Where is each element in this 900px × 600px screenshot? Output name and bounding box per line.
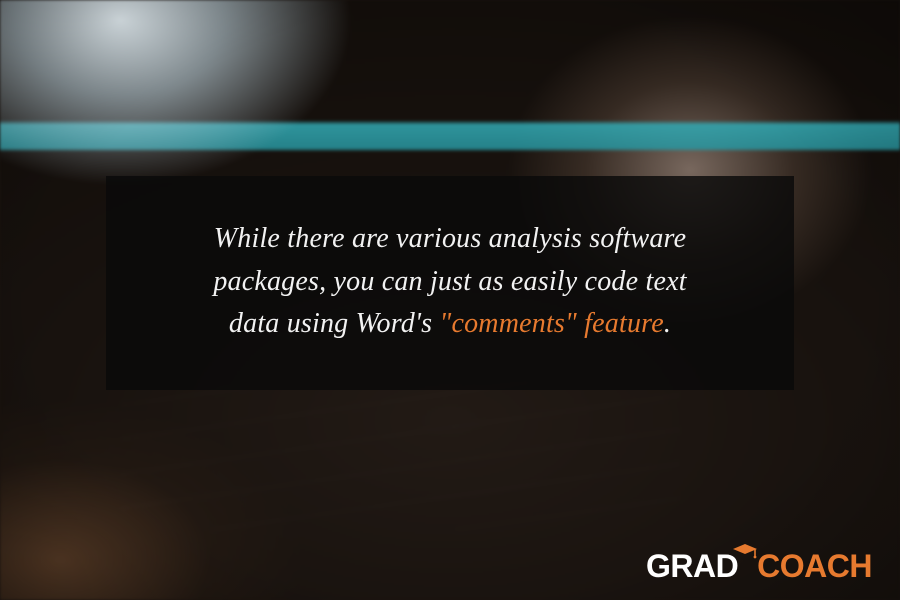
quote-overlay: While there are various analysis softwar… — [106, 176, 794, 390]
mortarboard-icon — [732, 543, 758, 559]
brand-word-2: COACH — [757, 550, 872, 582]
quote-line-3-suffix: . — [664, 308, 671, 339]
brand-word-1: GRAD — [646, 550, 738, 582]
quote-line-3: data using Word's "comments" feature. — [152, 303, 748, 346]
quote-line-3-prefix: data using Word's — [229, 308, 440, 339]
quote-highlight: "comments" feature — [439, 308, 663, 339]
brand-logo: GRAD COACH — [646, 550, 872, 582]
quote-line-1: While there are various analysis softwar… — [152, 218, 748, 261]
quote-line-2: packages, you can just as easily code te… — [152, 261, 748, 304]
